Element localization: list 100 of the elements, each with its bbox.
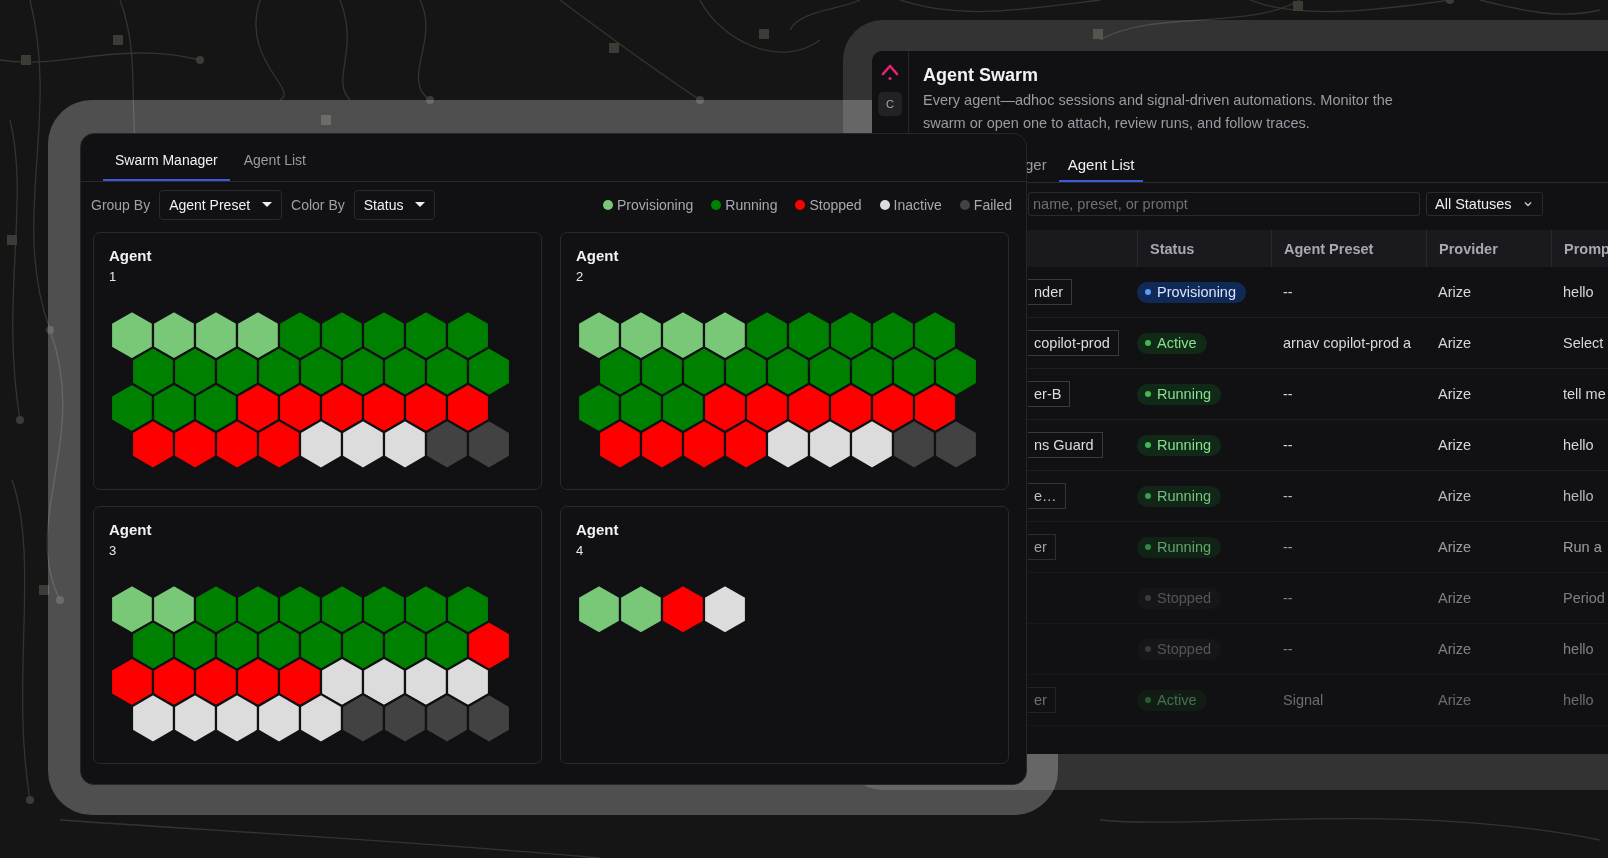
hex-cell[interactable] [933,346,979,398]
hex-cell[interactable] [235,583,281,635]
hex-cell[interactable] [403,309,449,361]
hex-cell[interactable] [277,382,323,434]
hex-cell[interactable] [786,382,832,434]
avatar[interactable]: C [878,92,902,116]
agent-card[interactable]: Agent 1 [93,232,542,490]
agent-name-tag[interactable]: er-B [1028,381,1071,407]
hex-cell[interactable] [870,309,916,361]
hex-cell[interactable] [235,382,281,434]
hex-cell[interactable] [933,418,979,470]
column-header[interactable]: Provider [1426,230,1551,267]
tab[interactable]: Swarm Manager [103,152,230,181]
hex-cell[interactable] [828,382,874,434]
hex-cell[interactable] [576,309,622,361]
hex-cell[interactable] [702,309,748,361]
hex-cell[interactable] [382,692,428,744]
hex-cell[interactable] [786,309,832,361]
hex-cell[interactable] [466,418,512,470]
hex-cell[interactable] [765,418,811,470]
hex-cell[interactable] [424,692,470,744]
hex-cell[interactable] [445,309,491,361]
hex-cell[interactable] [214,692,260,744]
dropdown[interactable]: Agent Preset [159,190,283,220]
hex-cell[interactable] [151,583,197,635]
agent-card[interactable]: Agent 2 [560,232,1009,490]
hex-cell[interactable] [151,656,197,708]
agent-name-tag[interactable]: er [1028,534,1056,560]
hex-cell[interactable] [870,382,916,434]
hex-cell[interactable] [702,382,748,434]
hex-cell[interactable] [576,583,622,635]
agent-name-tag[interactable]: er [1028,687,1056,713]
tab[interactable]: Agent List [231,152,318,181]
hex-cell[interactable] [340,418,386,470]
hex-cell[interactable] [319,656,365,708]
hex-cell[interactable] [618,583,664,635]
hex-cell[interactable] [424,418,470,470]
search-field[interactable]: name, preset, or prompt [1028,192,1420,216]
hex-cell[interactable] [403,656,449,708]
hex-cell[interactable] [109,309,155,361]
hex-cell[interactable] [891,418,937,470]
hex-cell[interactable] [298,692,344,744]
hex-cell[interactable] [466,346,512,398]
agent-name-tag[interactable]: ns Guard [1028,432,1103,458]
agent-name-tag[interactable]: copilot-prod [1028,330,1119,356]
hex-cell[interactable] [340,692,386,744]
hex-cell[interactable] [319,583,365,635]
hex-cell[interactable] [151,309,197,361]
hex-cell[interactable] [828,309,874,361]
hex-cell[interactable] [109,656,155,708]
column-header[interactable]: Status [1137,230,1271,267]
hex-cell[interactable] [597,418,643,470]
hex-cell[interactable] [576,382,622,434]
hex-cell[interactable] [445,382,491,434]
hex-cell[interactable] [361,583,407,635]
hex-cell[interactable] [702,583,748,635]
hex-cell[interactable] [172,418,218,470]
agent-card[interactable]: Agent 4 [560,506,1009,764]
hex-cell[interactable] [466,620,512,672]
hex-cell[interactable] [256,692,302,744]
hex-cell[interactable] [130,418,176,470]
hex-cell[interactable] [193,309,239,361]
hex-cell[interactable] [445,583,491,635]
agent-name-tag[interactable]: e… [1028,483,1066,509]
hex-cell[interactable] [744,309,790,361]
hex-cell[interactable] [618,382,664,434]
hex-cell[interactable] [466,692,512,744]
column-header[interactable]: Agent Preset [1271,230,1426,267]
hex-cell[interactable] [235,656,281,708]
hex-cell[interactable] [807,418,853,470]
caret-logo-icon[interactable] [880,62,900,82]
hex-cell[interactable] [361,656,407,708]
hex-cell[interactable] [403,382,449,434]
hex-cell[interactable] [151,382,197,434]
hex-cell[interactable] [660,583,706,635]
hex-cell[interactable] [445,656,491,708]
hex-cell[interactable] [382,418,428,470]
hex-cell[interactable] [849,418,895,470]
status-dropdown[interactable]: All Statuses [1426,192,1543,216]
tab[interactable]: Agent List [1058,150,1144,182]
hex-cell[interactable] [277,583,323,635]
hex-cell[interactable] [298,418,344,470]
hex-cell[interactable] [403,583,449,635]
hex-cell[interactable] [660,309,706,361]
hex-cell[interactable] [639,418,685,470]
hex-cell[interactable] [193,583,239,635]
hex-cell[interactable] [319,382,365,434]
hex-cell[interactable] [277,656,323,708]
agent-name-tag[interactable]: nder [1028,279,1073,305]
hex-cell[interactable] [723,418,769,470]
hex-cell[interactable] [109,382,155,434]
hex-cell[interactable] [214,418,260,470]
hex-cell[interactable] [744,382,790,434]
hex-cell[interactable] [256,418,302,470]
hex-cell[interactable] [660,382,706,434]
hex-cell[interactable] [912,382,958,434]
hex-cell[interactable] [277,309,323,361]
hex-cell[interactable] [130,692,176,744]
hex-cell[interactable] [361,382,407,434]
hex-cell[interactable] [109,583,155,635]
